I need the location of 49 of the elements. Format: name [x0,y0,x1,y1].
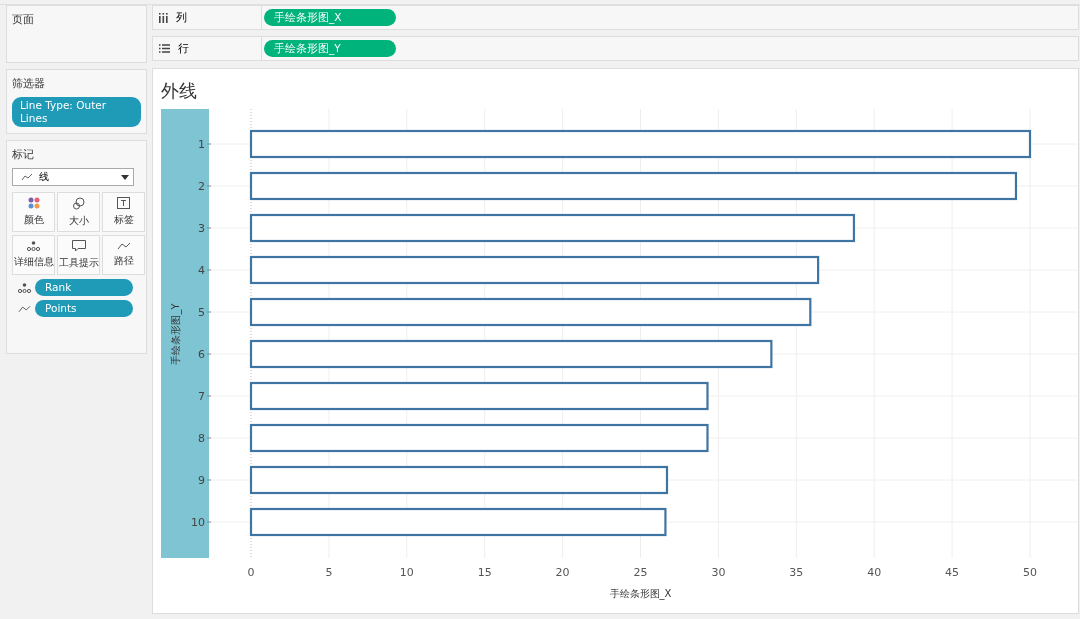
x-tick-label: 0 [247,566,255,579]
y-tick-label: 4 [198,264,205,277]
mark-button[interactable]: 路径 [102,235,145,275]
path-line-icon [116,242,131,250]
x-tick-label: 30 [711,566,726,579]
columns-icon [159,12,168,23]
y-tick-label: 5 [198,306,205,319]
line-icon [21,173,33,181]
caret-icon [121,174,129,180]
card-title: 标记 [12,147,34,162]
chart-title: 外线 [161,79,198,103]
card-title: 页面 [12,12,34,27]
size-circles-icon [72,196,85,210]
mark-type-dropdown[interactable]: 线 [12,168,134,186]
y-axis-title: 手绘条形图_Y [170,303,181,365]
x-tick-label: 15 [477,566,492,579]
y-tick-label: 7 [198,390,205,403]
x-tick-label: 25 [633,566,648,579]
y-tick-label: 6 [198,348,205,361]
rows-icon [159,44,170,53]
mark-type-label: 线 [39,170,50,184]
x-tick-label: 50 [1023,566,1037,579]
y-tick-label: 1 [198,138,205,151]
detail-dots-icon [18,282,31,293]
x-tick-label: 10 [399,566,414,579]
card-title: 筛选器 [12,76,45,91]
y-tick-label: 9 [198,474,205,487]
color-dots-icon [27,197,40,209]
y-tick-label: 8 [198,432,205,445]
mark-button[interactable]: 工具提示 [57,235,100,275]
detail-dots-icon [27,241,40,251]
y-tick-label: 2 [198,180,205,193]
shelf-label: 行 [178,41,189,56]
y-tick-label: 10 [191,516,205,529]
x-tick-label: 40 [867,566,882,579]
text-label-icon [117,197,130,209]
x-axis-title: 手绘条形图_X [609,588,672,599]
y-tick-label: 3 [198,222,205,235]
x-tick-label: 35 [789,566,804,579]
mark-button[interactable]: 标签 [102,192,145,232]
x-tick-label: 20 [555,566,570,579]
path-line-icon [18,304,31,313]
speech-bubble-icon [71,240,86,252]
mark-button[interactable]: 大小 [57,192,100,232]
mark-button[interactable]: 颜色 [12,192,55,232]
x-tick-label: 45 [945,566,960,579]
mark-button[interactable]: 详细信息 [12,235,55,275]
x-tick-label: 5 [325,566,333,579]
shelf-label: 列 [176,10,187,25]
